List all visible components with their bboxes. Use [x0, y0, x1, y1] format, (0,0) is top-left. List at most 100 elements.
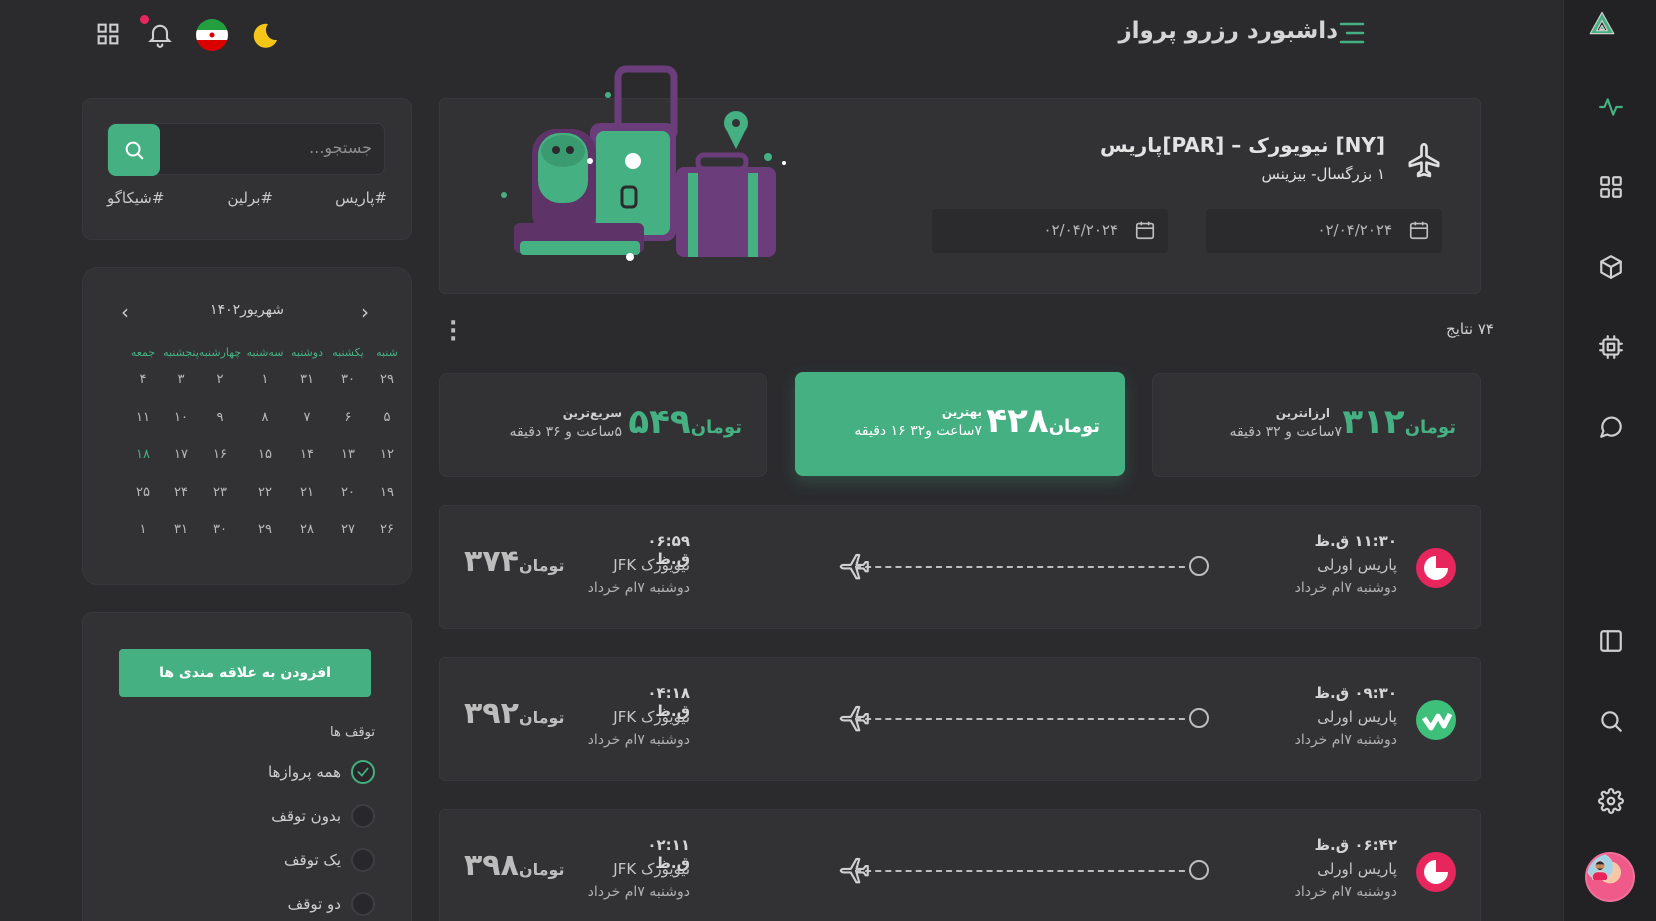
- calendar-day[interactable]: ۱۶: [202, 447, 238, 462]
- calendar-day[interactable]: ۲: [202, 372, 238, 387]
- tag-paris[interactable]: #پاریس: [335, 189, 387, 207]
- arrival-airport: نیویورک JFK: [613, 556, 690, 574]
- calendar-day[interactable]: ۲۷: [330, 522, 366, 537]
- tag-berlin[interactable]: #برلین: [227, 189, 273, 207]
- calendar-day[interactable]: ۲۸: [289, 522, 325, 537]
- check-icon[interactable]: [351, 760, 375, 784]
- iran-flag-icon[interactable]: [196, 19, 228, 51]
- calendar-weekday: چهارشنبه: [198, 346, 242, 359]
- departure-date: دوشنبه ۷ام خرداد: [1294, 732, 1397, 748]
- chip-icon[interactable]: [1598, 334, 1624, 360]
- cheapest-price: تومان۳۱۲: [1342, 402, 1456, 442]
- calendar-day[interactable]: ۱۳: [330, 447, 366, 462]
- best-card[interactable]: تومان۴۲۸ بهترین ۷ساعت و۳۲ ۱۶ دقیقه: [795, 372, 1125, 476]
- calendar-day[interactable]: ۱: [247, 372, 283, 387]
- grid-icon[interactable]: [1598, 174, 1624, 200]
- calendar-next-icon[interactable]: ›: [361, 300, 369, 324]
- stop-option-label: دو توقف: [287, 895, 341, 913]
- calendar-day[interactable]: ۲۱: [289, 485, 325, 500]
- departure-date: دوشنبه ۷ام خرداد: [1294, 580, 1397, 596]
- calendar-day[interactable]: ۲۹: [247, 522, 283, 537]
- stop-option-one-stop[interactable]: یک توقف: [284, 847, 375, 873]
- calendar-day[interactable]: ۳۰: [330, 372, 366, 387]
- calendar-day[interactable]: ۵: [369, 410, 405, 425]
- calendar-day[interactable]: ۱۹: [369, 485, 405, 500]
- stop-option-two-stops[interactable]: دو توقف: [288, 891, 375, 917]
- apps-grid-icon[interactable]: [94, 20, 124, 50]
- flight-price: تومان۳۷۴: [464, 544, 565, 579]
- arrival-airport: نیویورک JFK: [613, 708, 690, 726]
- calendar-day[interactable]: ۱۲: [369, 447, 405, 462]
- calendar-day[interactable]: ۱: [125, 522, 161, 537]
- route-line: [855, 718, 1195, 720]
- activity-icon[interactable]: [1598, 94, 1624, 120]
- calendar-day[interactable]: ۱۸: [125, 447, 161, 462]
- more-options-icon[interactable]: · · ·: [449, 313, 457, 351]
- calendar-day[interactable]: ۹: [202, 410, 238, 425]
- calendar-day[interactable]: ۱۴: [289, 447, 325, 462]
- radio-icon[interactable]: [351, 892, 375, 916]
- search-button[interactable]: [108, 124, 160, 176]
- return-date-field[interactable]: ۰۲/۰۴/۲۰۲۴: [932, 209, 1168, 253]
- calendar-day[interactable]: ۸: [247, 410, 283, 425]
- fastest-card[interactable]: تومان۵۴۹ سریع‌ترین ۵ساعت و ۳۶ دقیقه: [439, 373, 767, 477]
- gear-icon[interactable]: [1598, 788, 1624, 814]
- arrival-date: دوشنبه ۷ام خرداد: [587, 884, 690, 900]
- plane-icon: [838, 702, 872, 736]
- calendar-day[interactable]: ۱۱: [125, 410, 161, 425]
- flight-card[interactable]: ۰۹:۳۰ ق.ظ پاریس اورلی دوشنبه ۷ام خرداد ۰…: [439, 657, 1481, 781]
- search-summary-hero: پاریس[PAR] – نیویورک [NY] ۱ بزرگسال- بیز…: [439, 65, 1481, 294]
- flight-card[interactable]: ۰۶:۴۲ ق.ظ پاریس اورلی دوشنبه ۷ام خرداد ۰…: [439, 809, 1481, 921]
- moon-icon[interactable]: [250, 20, 280, 50]
- radio-icon[interactable]: [351, 848, 375, 872]
- calendar-weekday: دوشنبه: [291, 346, 323, 359]
- add-to-favorites-button[interactable]: افزودن به علاقه مندی ها: [119, 649, 371, 697]
- bell-icon[interactable]: [140, 15, 176, 50]
- stop-option-all[interactable]: همه پروازها: [268, 759, 375, 785]
- departure-airport: پاریس اورلی: [1317, 708, 1397, 726]
- calendar-day[interactable]: ۳۱: [163, 522, 199, 537]
- calendar-day[interactable]: ۲۳: [202, 485, 238, 500]
- calendar-day[interactable]: ۱۰: [163, 410, 199, 425]
- departure-time: ۰۹:۳۰ ق.ظ: [1314, 684, 1397, 702]
- calendar-day[interactable]: ۲۶: [369, 522, 405, 537]
- user-avatar[interactable]: [1585, 852, 1635, 902]
- calendar-day[interactable]: ۳۱: [289, 372, 325, 387]
- search-input[interactable]: جستجو...: [309, 138, 372, 157]
- calendar-day[interactable]: ۳: [163, 372, 199, 387]
- calendar-day[interactable]: ۲۴: [163, 485, 199, 500]
- currency: تومان: [1048, 416, 1100, 437]
- calendar-day[interactable]: ۳۰: [202, 522, 238, 537]
- cheapest-card[interactable]: تومان۳۱۲ ارزانترین ۷ساعت و ۳۲ دقیقه: [1152, 373, 1481, 477]
- calendar-day[interactable]: ۱۷: [163, 447, 199, 462]
- chat-icon[interactable]: [1598, 414, 1624, 440]
- calendar-day[interactable]: ۲۰: [330, 485, 366, 500]
- calendar-day[interactable]: ۶: [330, 410, 366, 425]
- depart-date-field[interactable]: ۰۲/۰۴/۲۰۲۴: [1206, 209, 1442, 253]
- calendar-weekday: یکشنبه: [332, 346, 364, 359]
- calendar-day[interactable]: ۴: [125, 372, 161, 387]
- calendar-day[interactable]: ۲۹: [369, 372, 405, 387]
- calendar-day[interactable]: ۷: [289, 410, 325, 425]
- calendar-day[interactable]: ۲۵: [125, 485, 161, 500]
- hamburger-menu-icon[interactable]: [1337, 18, 1367, 48]
- tag-chicago[interactable]: #شیکاگو: [107, 189, 164, 207]
- radio-icon[interactable]: [351, 804, 375, 828]
- flight-card[interactable]: ۱۱:۳۰ ق.ظ پاریس اورلی دوشنبه ۷ام خرداد ۰…: [439, 505, 1481, 629]
- fastest-duration: ۵ساعت و ۳۶ دقیقه: [509, 424, 622, 440]
- calendar-icon: [1134, 219, 1156, 245]
- avatar-icon: [1587, 854, 1614, 883]
- calendar-day[interactable]: ۱۵: [247, 447, 283, 462]
- sidebar-icon[interactable]: [1598, 628, 1624, 654]
- best-price: تومان۴۲۸: [986, 401, 1100, 441]
- best-label: بهترین: [941, 405, 982, 419]
- calendar-day[interactable]: ۲۲: [247, 485, 283, 500]
- search-icon[interactable]: [1598, 708, 1624, 734]
- passenger-class: ۱ بزرگسال- بیزینس: [1261, 165, 1386, 183]
- depart-date: ۰۲/۰۴/۲۰۲۴: [1317, 221, 1392, 239]
- price: ۳۱۲: [1342, 402, 1405, 442]
- stop-option-nonstop[interactable]: بدون توقف: [271, 803, 375, 829]
- cube-icon[interactable]: [1598, 254, 1624, 280]
- currency: تومان: [518, 708, 565, 727]
- logo[interactable]: [1589, 10, 1633, 50]
